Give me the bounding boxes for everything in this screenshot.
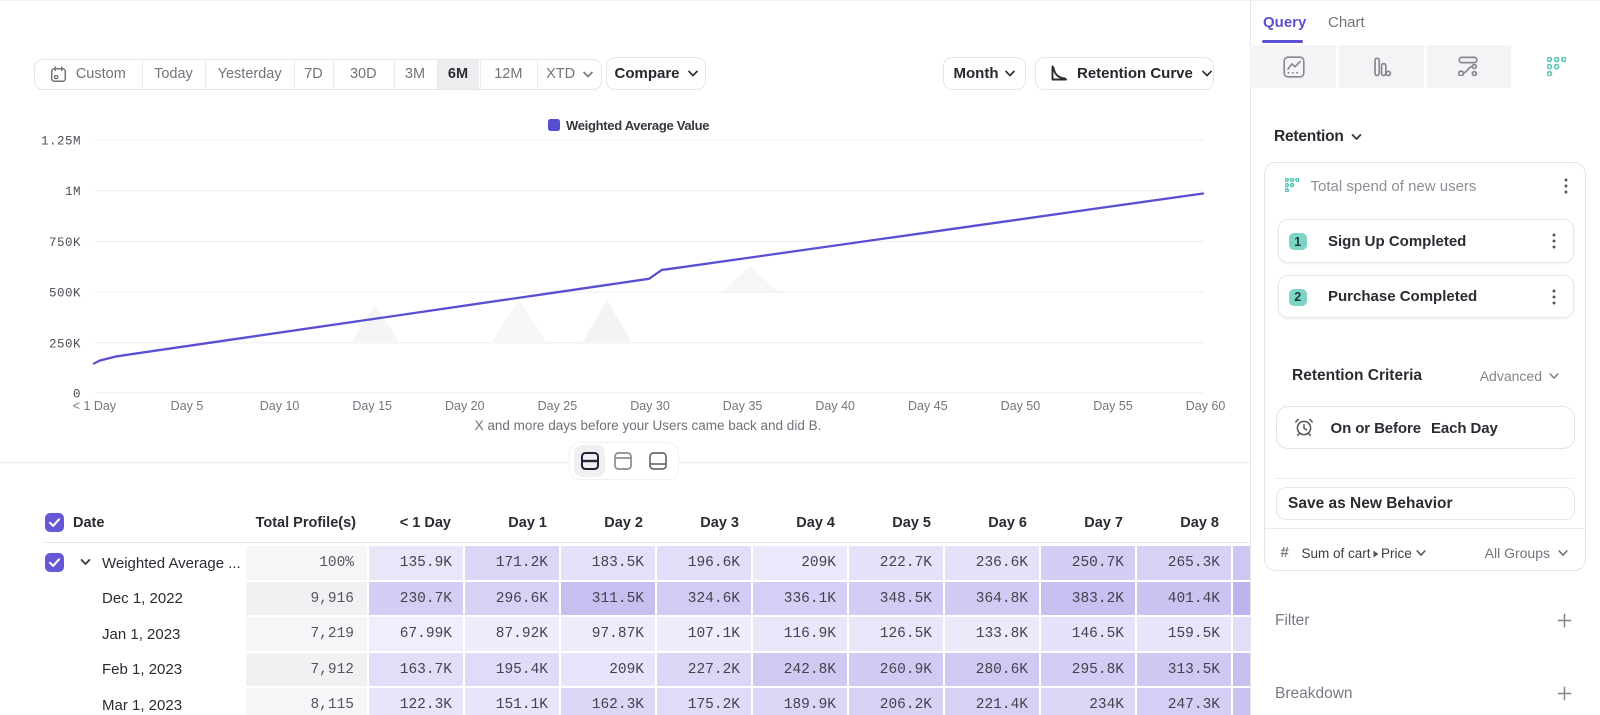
svg-text:Day 5: Day 5 [171, 399, 204, 413]
svg-text:Day 10: Day 10 [260, 399, 300, 413]
svg-text:Day 35: Day 35 [723, 399, 763, 413]
svg-text:1M: 1M [65, 185, 81, 199]
svg-text:Day 30: Day 30 [630, 399, 670, 413]
svg-text:Day 40: Day 40 [815, 399, 855, 413]
svg-text:Day 60: Day 60 [1186, 399, 1226, 413]
svg-text:Day 15: Day 15 [352, 399, 392, 413]
svg-text:750K: 750K [49, 236, 81, 250]
svg-text:Day 50: Day 50 [1001, 399, 1041, 413]
svg-text:< 1 Day: < 1 Day [73, 399, 117, 413]
svg-text:250K: 250K [49, 337, 81, 351]
svg-text:Day 25: Day 25 [538, 399, 578, 413]
svg-text:500K: 500K [49, 287, 81, 301]
svg-text:Day 20: Day 20 [445, 399, 485, 413]
svg-text:Day 45: Day 45 [908, 399, 948, 413]
svg-text:Day 55: Day 55 [1093, 399, 1133, 413]
svg-text:1.25M: 1.25M [41, 135, 81, 149]
